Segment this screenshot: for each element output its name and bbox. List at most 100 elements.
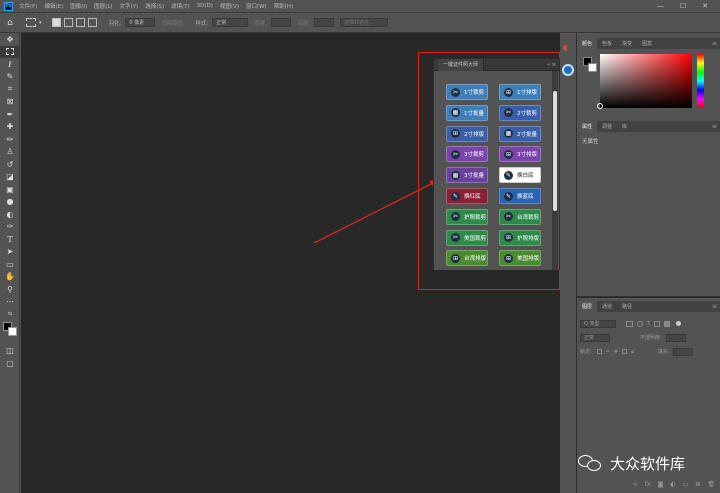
- menu-filter[interactable]: 滤镜(T): [171, 2, 190, 10]
- filter-adjust-icon[interactable]: [637, 320, 643, 327]
- filter-shape-icon[interactable]: [654, 320, 661, 327]
- plugin-button[interactable]: ✂ 护照裁剪: [446, 208, 488, 225]
- new-group-icon[interactable]: ▭: [683, 481, 689, 491]
- filter-type-icon[interactable]: T: [647, 321, 650, 327]
- height-input[interactable]: [313, 18, 334, 27]
- filter-toggle-icon[interactable]: [676, 321, 682, 326]
- lock-paint-icon[interactable]: ✏: [606, 349, 610, 355]
- filter-smart-icon[interactable]: [664, 320, 671, 327]
- layer-filter-select[interactable]: Q 类型: [580, 319, 616, 328]
- menu-file[interactable]: 文件(F): [19, 2, 37, 10]
- menu-layer[interactable]: 图层(L): [94, 2, 112, 10]
- plugin-button[interactable]: ⊞ 台湾排版: [446, 250, 488, 267]
- new-layer-icon[interactable]: ⊞: [695, 481, 700, 491]
- tab-channels[interactable]: 通道: [597, 301, 617, 312]
- blur-tool-icon[interactable]: ●: [0, 196, 20, 209]
- menu-select[interactable]: 选择(S): [145, 2, 164, 10]
- plugin-button[interactable]: ✎ 换白底: [499, 167, 541, 184]
- plugin-button[interactable]: ⊞ 美国排版: [499, 250, 541, 267]
- plugin-logo-icon[interactable]: [562, 64, 574, 76]
- maximize-button[interactable]: ☐: [680, 2, 686, 10]
- menu-image[interactable]: 图像(I): [70, 2, 87, 10]
- plugin-button[interactable]: ⊞ 护照排版: [499, 229, 541, 246]
- add-selection-icon[interactable]: [63, 18, 73, 27]
- background-color-swatch[interactable]: [8, 326, 17, 336]
- move-tool-icon[interactable]: ✥: [0, 33, 20, 46]
- plugin-button[interactable]: ⊞ 1寸排版: [499, 84, 541, 100]
- fill-input[interactable]: [673, 347, 694, 356]
- menu-window[interactable]: 窗口(W): [246, 2, 267, 10]
- antialias-checkbox[interactable]: 消除锯齿: [161, 19, 183, 27]
- stamp-tool-icon[interactable]: ♙: [0, 146, 20, 159]
- plugin-button[interactable]: ✂ 台湾裁剪: [499, 208, 541, 225]
- tab-properties[interactable]: 属性: [577, 121, 598, 132]
- screen-mode-icon[interactable]: ▢: [0, 357, 20, 370]
- home-icon[interactable]: ⌂: [0, 18, 20, 28]
- plugin-button[interactable]: ▦ 1寸批量: [446, 104, 488, 121]
- quick-select-tool-icon[interactable]: ✎: [0, 71, 20, 84]
- fx-icon[interactable]: fx: [645, 481, 651, 491]
- eraser-tool-icon[interactable]: ◪: [0, 171, 20, 184]
- adjustment-layer-icon[interactable]: ◐: [670, 481, 675, 491]
- menu-type[interactable]: 文字(Y): [120, 2, 139, 10]
- intersect-selection-icon[interactable]: [87, 18, 97, 27]
- new-selection-icon[interactable]: [51, 18, 61, 27]
- plugin-button[interactable]: ▦ 3寸批量: [446, 167, 488, 184]
- select-and-mask-button[interactable]: 选择并遮住...: [339, 18, 388, 27]
- plugin-button[interactable]: ✂ 美国裁剪: [446, 229, 488, 246]
- pen-tool-icon[interactable]: ✑: [0, 221, 20, 234]
- chevron-down-icon[interactable]: ▾: [39, 20, 42, 26]
- plugin-button[interactable]: ✂ 1寸裁剪: [446, 84, 488, 100]
- tab-color[interactable]: 颜色: [577, 38, 598, 49]
- gradient-tool-icon[interactable]: ▣: [0, 183, 20, 196]
- default-colors-icon[interactable]: ⇆: [0, 308, 20, 321]
- lock-all-icon[interactable]: 🔒︎: [631, 349, 634, 355]
- menu-3d[interactable]: 3D(D): [197, 3, 213, 9]
- tab-gradients[interactable]: 渐变: [617, 38, 637, 49]
- plugin-button[interactable]: ⊞ 2寸排版: [446, 125, 488, 142]
- color-swatches[interactable]: [0, 321, 20, 341]
- tab-layers[interactable]: 图层: [577, 301, 598, 312]
- opacity-input[interactable]: [665, 333, 686, 342]
- tab-paths[interactable]: 路径: [617, 301, 637, 312]
- plugin-button[interactable]: ▦ 2寸批量: [499, 125, 541, 142]
- type-tool-icon[interactable]: T: [0, 233, 20, 246]
- color-picker-field[interactable]: [597, 54, 692, 109]
- panel-menu-icon[interactable]: ≡: [712, 40, 717, 47]
- panel-menu-icon[interactable]: ≡: [712, 303, 717, 310]
- plugin-panel-icon[interactable]: ◖: [563, 43, 573, 53]
- width-input[interactable]: [271, 18, 292, 27]
- eyedropper-tool-icon[interactable]: ✒: [0, 108, 20, 121]
- tab-adjustments[interactable]: 调整: [597, 121, 617, 132]
- blend-mode-select[interactable]: 正常: [580, 333, 610, 342]
- minimize-button[interactable]: —: [657, 2, 664, 10]
- menu-view[interactable]: 视图(V): [220, 2, 239, 10]
- quick-mask-icon[interactable]: ◫: [0, 345, 20, 358]
- tab-patterns[interactable]: 图案: [637, 38, 657, 49]
- hand-tool-icon[interactable]: ✋: [0, 271, 20, 284]
- more-tools-icon[interactable]: ⋯: [0, 296, 20, 309]
- lock-move-icon[interactable]: ✥: [614, 349, 618, 355]
- scrollbar-thumb[interactable]: [553, 91, 557, 211]
- plugin-scrollbar[interactable]: [552, 71, 558, 270]
- plugin-button[interactable]: ✎ 换蓝底: [499, 188, 541, 204]
- subtract-selection-icon[interactable]: [75, 18, 85, 27]
- plugin-button[interactable]: ✂ 3寸裁剪: [446, 146, 488, 163]
- style-select[interactable]: 正常: [212, 18, 249, 27]
- rectangle-tool-icon[interactable]: ▭: [0, 258, 20, 271]
- close-button[interactable]: ✕: [702, 2, 708, 10]
- menu-edit[interactable]: 编辑(E): [44, 2, 63, 10]
- hue-slider[interactable]: [697, 54, 704, 108]
- zoom-tool-icon[interactable]: ⚲: [0, 283, 20, 296]
- history-brush-icon[interactable]: ↺: [0, 158, 20, 171]
- lock-artboard-icon[interactable]: [622, 349, 628, 354]
- lock-pixels-icon[interactable]: [596, 349, 602, 354]
- tab-swatches[interactable]: 色板: [597, 38, 617, 49]
- filter-pixel-icon[interactable]: [626, 320, 633, 327]
- crop-tool-icon[interactable]: ⌗: [0, 83, 20, 96]
- panel-menu-icon[interactable]: ≡: [712, 123, 717, 130]
- path-select-icon[interactable]: ➤: [0, 246, 20, 259]
- plugin-button[interactable]: ✂ 2寸裁剪: [499, 104, 541, 121]
- add-mask-icon[interactable]: ◙: [658, 481, 664, 491]
- marquee-tool-icon[interactable]: [0, 45, 20, 58]
